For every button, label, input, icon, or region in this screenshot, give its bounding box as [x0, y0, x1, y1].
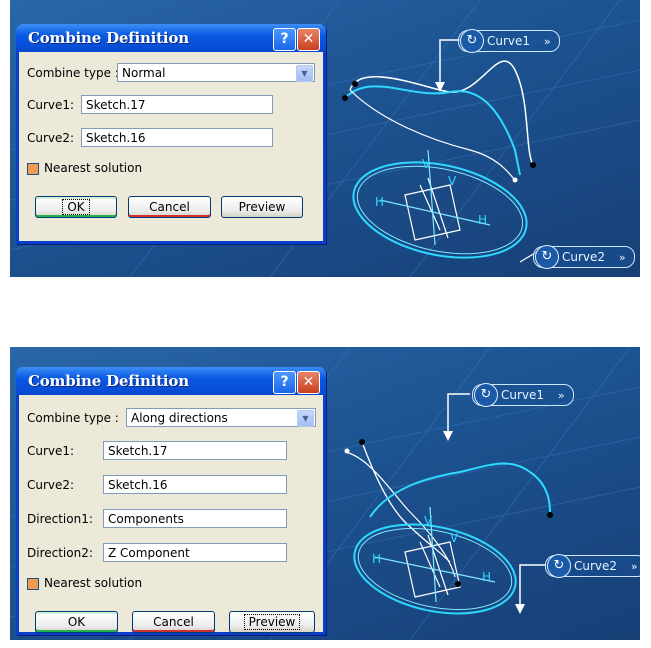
- nearest-solution-checkbox[interactable]: [27, 163, 39, 175]
- curve1-label: Curve1:: [27, 444, 75, 458]
- curve2-field[interactable]: Sketch.16: [103, 475, 287, 494]
- chevron-down-icon[interactable]: ▼: [297, 410, 314, 427]
- screenshot-panel-normal: H H V V ↻ Curve1 » ↻ Curve2 » Combine De…: [10, 0, 640, 277]
- chevron-down-icon[interactable]: ▼: [296, 65, 313, 82]
- direction1-label: Direction1:: [27, 512, 93, 526]
- curve1-chip[interactable]: ↻ Curve1 »: [458, 29, 560, 53]
- dialog-title: Combine Definition: [28, 372, 189, 390]
- nearest-solution-checkbox[interactable]: [27, 578, 39, 590]
- expand-arrow-icon: »: [543, 35, 551, 48]
- curve1-value: Sketch.17: [108, 444, 168, 458]
- ok-button[interactable]: OK: [35, 611, 118, 633]
- curve2-chip[interactable]: ↻ Curve2 »: [533, 245, 635, 269]
- combine-definition-dialog: Combine Definition ? ✕ Combine type : No…: [16, 24, 326, 244]
- direction2-label: Direction2:: [27, 546, 93, 560]
- curve2-label: Curve2:: [27, 131, 75, 145]
- axis-h-right: H: [478, 213, 487, 227]
- expand-arrow-icon: »: [557, 389, 565, 402]
- axis-h-right: H: [482, 570, 491, 584]
- curve2-value: Sketch.16: [108, 478, 168, 492]
- axis-v-right: V: [450, 531, 459, 545]
- expand-arrow-icon: »: [618, 251, 626, 264]
- curve-icon: ↻: [474, 383, 498, 407]
- axis-v-top: V: [422, 157, 431, 171]
- axis-h-left: H: [372, 552, 381, 566]
- preview-button[interactable]: Preview: [229, 611, 315, 633]
- combine-type-label: Combine type :: [27, 411, 119, 425]
- dialog-titlebar[interactable]: Combine Definition ? ✕: [16, 367, 326, 395]
- curve2-chip-label: Curve2: [562, 250, 606, 264]
- combine-type-select[interactable]: Normal ▼: [117, 63, 315, 82]
- ok-label: OK: [62, 199, 90, 215]
- combine-type-label: Combine type :: [27, 66, 119, 80]
- curve2-label: Curve2:: [27, 478, 75, 492]
- curve-icon: ↻: [460, 29, 484, 53]
- dialog-titlebar[interactable]: Combine Definition ? ✕: [16, 24, 326, 52]
- curve2-chip-label: Curve2: [574, 559, 618, 573]
- nearest-solution-label: Nearest solution: [44, 161, 143, 175]
- combine-type-select[interactable]: Along directions ▼: [126, 408, 316, 427]
- axis-v-top: V: [424, 514, 433, 528]
- curve1-chip[interactable]: ↻ Curve1 »: [472, 383, 574, 407]
- axis-v-right: V: [448, 174, 457, 188]
- curve1-highlight: [342, 85, 521, 176]
- direction1-field[interactable]: Components: [103, 509, 287, 528]
- curve1-label: Curve1:: [27, 98, 75, 112]
- screenshot-panel-along-directions: H H V V ↻ Curve1 » ↻ Curve2 » Combine De…: [10, 347, 640, 640]
- ok-button[interactable]: OK: [35, 196, 117, 218]
- curve1-path: [349, 60, 534, 166]
- help-button[interactable]: ?: [273, 371, 296, 394]
- preview-label: Preview: [243, 614, 301, 630]
- direction2-field[interactable]: Z Component: [103, 543, 287, 562]
- curve1-field[interactable]: Sketch.17: [81, 95, 273, 114]
- curve2-field[interactable]: Sketch.16: [81, 128, 273, 147]
- direction1-value: Components: [108, 512, 184, 526]
- curve1-chip-label: Curve1: [487, 34, 531, 48]
- curve1-value: Sketch.17: [86, 98, 146, 112]
- curve1-field[interactable]: Sketch.17: [103, 441, 287, 460]
- curve2-ellipse: [352, 161, 528, 259]
- help-button[interactable]: ?: [273, 28, 296, 51]
- axis-h-left: H: [375, 195, 384, 209]
- curve2-chip[interactable]: ↻ Curve2 »: [545, 554, 640, 578]
- preview-button[interactable]: Preview: [221, 196, 303, 218]
- curve-icon: ↻: [547, 554, 571, 578]
- close-button[interactable]: ✕: [297, 371, 320, 394]
- axis-system: [374, 506, 496, 603]
- dialog-title: Combine Definition: [28, 29, 189, 47]
- curve-icon: ↻: [535, 245, 559, 269]
- direction2-value: Z Component: [108, 546, 190, 560]
- close-button[interactable]: ✕: [297, 28, 320, 51]
- curve2-value: Sketch.16: [86, 131, 146, 145]
- expand-arrow-icon: »: [630, 560, 638, 573]
- cancel-button[interactable]: Cancel: [132, 611, 215, 633]
- cancel-button[interactable]: Cancel: [128, 196, 211, 218]
- nearest-solution-label: Nearest solution: [44, 576, 143, 590]
- curve1-chip-label: Curve1: [501, 388, 545, 402]
- combine-type-value: Along directions: [131, 411, 228, 425]
- combine-type-value: Normal: [122, 66, 166, 80]
- combine-definition-dialog: Combine Definition ? ✕ Combine type : Al…: [16, 367, 326, 635]
